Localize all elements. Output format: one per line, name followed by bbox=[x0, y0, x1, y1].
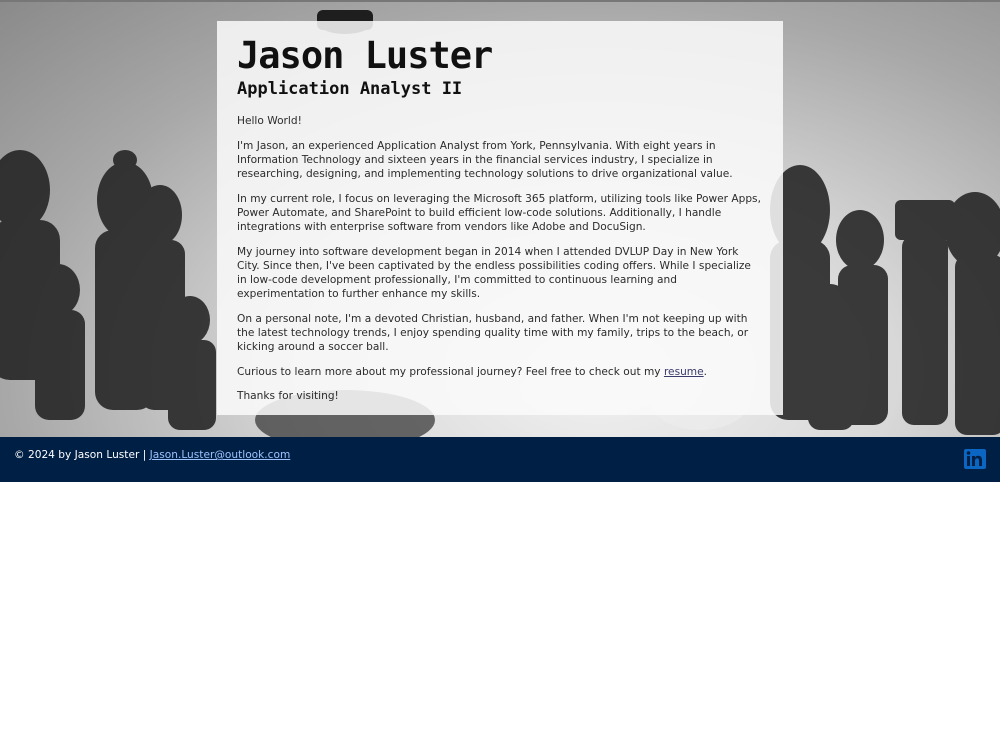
job-title: Application Analyst II bbox=[237, 79, 463, 99]
resume-link[interactable]: resume bbox=[664, 366, 704, 378]
journey-paragraph: My journey into software development beg… bbox=[237, 245, 751, 301]
closing-text: Thanks for visiting! bbox=[237, 390, 339, 403]
resume-prefix-text: Curious to learn more about my professio… bbox=[237, 365, 664, 378]
greeting-text: Hello World! bbox=[237, 115, 302, 127]
footer-copyright: © 2024 by Jason Luster | Jason.Luster@ou… bbox=[14, 448, 290, 462]
personal-paragraph: On a personal note, I'm a devoted Christ… bbox=[237, 312, 749, 354]
page-title: Jason Luster bbox=[237, 34, 493, 77]
intro-card: Jason Luster Application Analyst II Hell… bbox=[217, 21, 783, 415]
footer: © 2024 by Jason Luster | Jason.Luster@ou… bbox=[0, 437, 1000, 482]
email-link[interactable]: Jason.Luster@outlook.com bbox=[150, 449, 291, 461]
copyright-text: © 2024 by Jason Luster | bbox=[14, 449, 150, 461]
resume-suffix-text: . bbox=[703, 365, 708, 378]
resume-paragraph: Curious to learn more about my professio… bbox=[237, 365, 763, 379]
linkedin-icon[interactable] bbox=[964, 449, 986, 469]
intro-paragraph: I'm Jason, an experienced Application An… bbox=[237, 139, 733, 180]
role-paragraph: In my current role, I focus on leveragin… bbox=[237, 192, 761, 233]
